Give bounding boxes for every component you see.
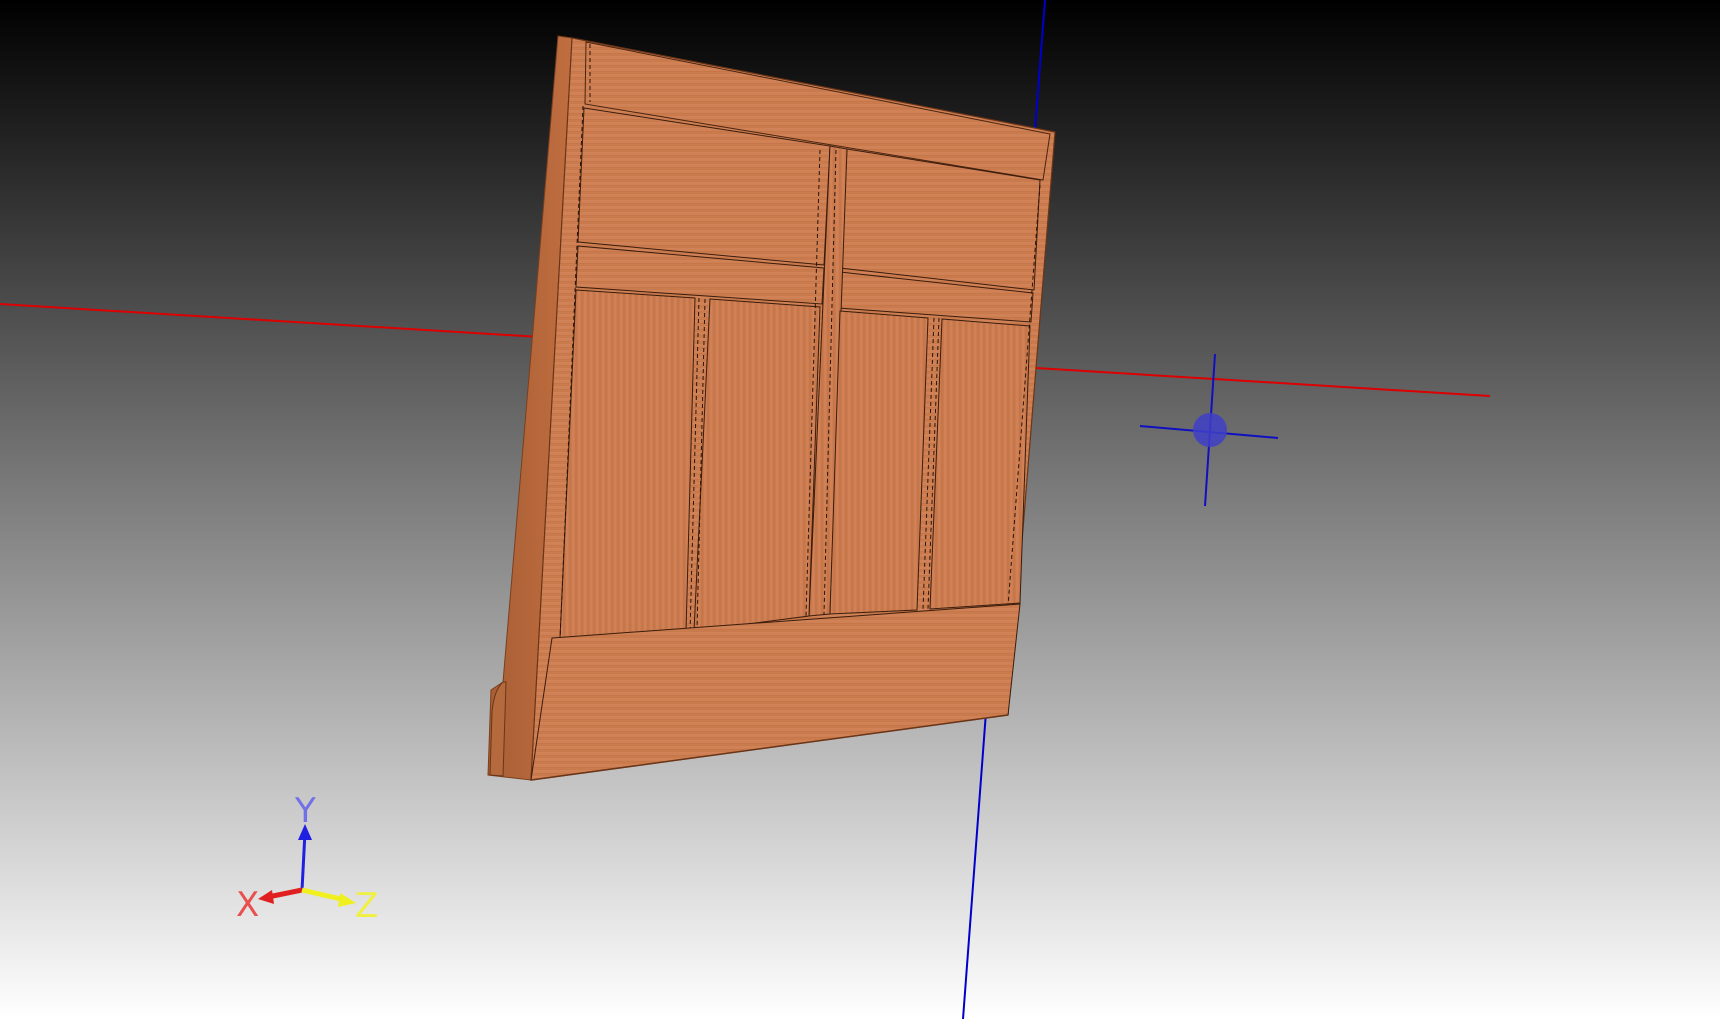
panel-lower-board-4: [929, 318, 1031, 610]
panel-lower-board-3: [829, 310, 929, 615]
3d-viewport[interactable]: Y X Z: [0, 0, 1720, 1019]
triad-z-label: Z: [355, 886, 378, 926]
panel-lower-board-1: [559, 289, 696, 639]
wood-panel-model[interactable]: [487, 35, 1056, 781]
pivot-dot[interactable]: [1193, 413, 1227, 447]
triad-y-label: Y: [294, 791, 316, 831]
panel-lower-board-2: [693, 298, 821, 632]
triad-x-label: X: [236, 885, 259, 925]
scene-canvas[interactable]: Y X Z: [0, 0, 1720, 1019]
